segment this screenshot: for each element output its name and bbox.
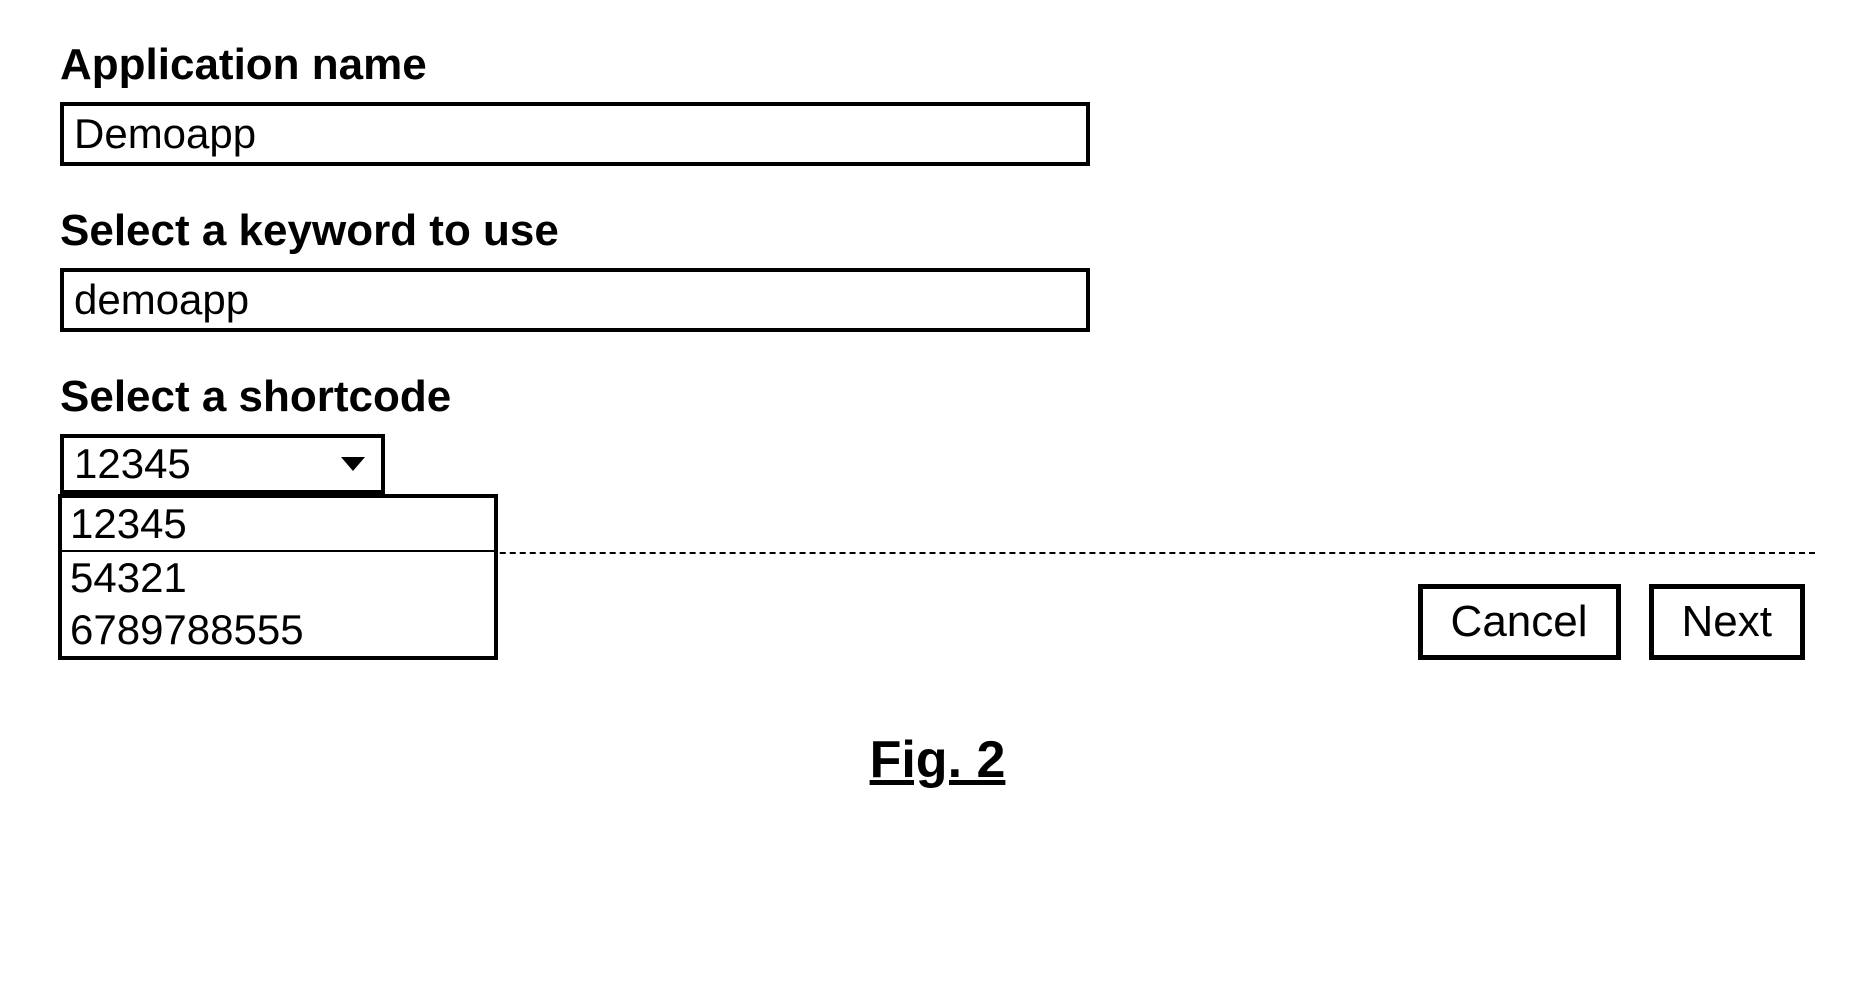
shortcode-option[interactable]: 12345 [62, 498, 494, 552]
application-name-group: Application name [60, 40, 1815, 166]
application-name-input[interactable] [60, 102, 1090, 166]
shortcode-dropdown-list: 12345 54321 6789788555 [58, 494, 498, 660]
keyword-label: Select a keyword to use [60, 206, 1815, 256]
shortcode-option[interactable]: 6789788555 [62, 604, 494, 656]
next-button[interactable]: Next [1649, 584, 1805, 660]
application-name-label: Application name [60, 40, 1815, 90]
form-container: Application name Select a keyword to use… [60, 40, 1815, 790]
shortcode-selected-value: 12345 [74, 440, 191, 488]
figure-label: Fig. 2 [60, 730, 1815, 790]
keyword-group: Select a keyword to use [60, 206, 1815, 332]
chevron-down-icon [341, 457, 365, 471]
shortcode-option[interactable]: 54321 [62, 552, 494, 604]
shortcode-group: Select a shortcode 12345 12345 54321 678… [60, 372, 1815, 494]
keyword-input[interactable] [60, 268, 1090, 332]
cancel-button[interactable]: Cancel [1418, 584, 1621, 660]
shortcode-select-wrapper: 12345 12345 54321 6789788555 [60, 434, 385, 494]
shortcode-label: Select a shortcode [60, 372, 1815, 422]
shortcode-select[interactable]: 12345 [60, 434, 385, 494]
